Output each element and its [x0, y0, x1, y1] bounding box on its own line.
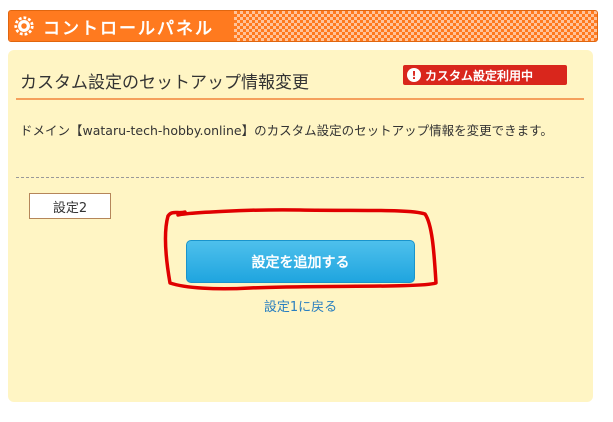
gear-icon: [14, 16, 34, 36]
control-panel-header: コントロールパネル: [8, 10, 598, 42]
description-text: ドメイン【wataru-tech-hobby.online】のカスタム設定のセッ…: [20, 123, 553, 138]
title-divider: [16, 98, 584, 100]
control-panel-title: コントロールパネル: [43, 19, 214, 39]
setting-2-tab[interactable]: 設定2: [29, 193, 111, 219]
exclamation-icon: !: [407, 68, 421, 82]
add-setting-button[interactable]: 設定を追加する: [186, 240, 415, 283]
settings-panel: カスタム設定のセットアップ情報変更 ! カスタム設定利用中 ドメイン【watar…: [8, 50, 593, 402]
badge-label: カスタム設定利用中: [425, 68, 534, 83]
header-title-area: コントロールパネル: [9, 11, 234, 41]
back-to-setting-1-link[interactable]: 設定1に戻る: [8, 296, 593, 315]
custom-settings-badge: ! カスタム設定利用中: [403, 65, 567, 85]
dashed-divider: [16, 177, 584, 178]
page-title: カスタム設定のセットアップ情報変更: [20, 73, 309, 93]
